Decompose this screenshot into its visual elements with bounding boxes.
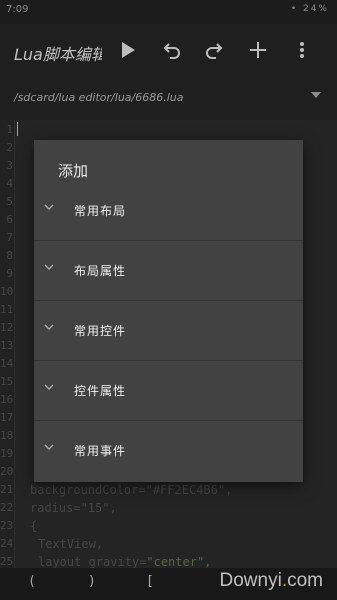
chevron-down-icon bbox=[44, 204, 54, 210]
chevron-down-icon bbox=[44, 384, 54, 390]
dialog-item-widget-attributes[interactable]: 控件属性 bbox=[34, 360, 303, 421]
dialog-item-label: 控件属性 bbox=[74, 384, 127, 398]
chevron-down-icon bbox=[44, 264, 54, 270]
dialog-item-label: 常用控件 bbox=[74, 324, 127, 338]
dialog-item-layout-attributes[interactable]: 布局属性 bbox=[34, 240, 303, 301]
chevron-down-icon bbox=[44, 324, 54, 330]
dialog-item-common-layouts[interactable]: 常用布局 bbox=[34, 180, 303, 241]
dialog-title: 添加 bbox=[58, 162, 89, 180]
dialog-item-label: 常用事件 bbox=[74, 444, 127, 458]
dialog-item-common-widgets[interactable]: 常用控件 bbox=[34, 300, 303, 361]
chevron-down-icon bbox=[44, 444, 54, 450]
dialog-item-label: 常用布局 bbox=[74, 204, 127, 218]
status-time: 7:09 bbox=[6, 4, 29, 15]
status-bar: 7:09 • 24% bbox=[0, 0, 337, 24]
status-icons: • 24% bbox=[290, 4, 329, 14]
dialog-item-common-events[interactable]: 常用事件 bbox=[34, 420, 303, 480]
add-dialog: 添加 常用布局 布局属性 常用控件 控件属性 常用事件 bbox=[34, 140, 303, 482]
dialog-item-label: 布局属性 bbox=[74, 264, 127, 278]
